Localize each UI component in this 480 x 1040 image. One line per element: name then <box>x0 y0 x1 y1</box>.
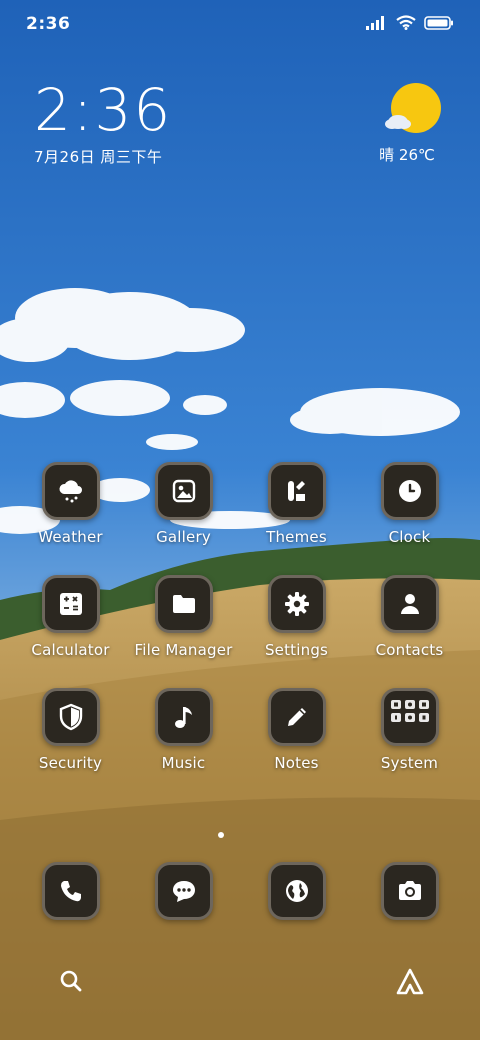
app-grid: Weather Gallery Themes Clock Calculator … <box>14 462 466 772</box>
app-icon-box[interactable] <box>267 462 326 520</box>
bottom-bar <box>0 964 480 1004</box>
status-bar: 2:36 <box>0 0 480 50</box>
battery-icon <box>424 15 453 30</box>
status-time: 2:36 <box>26 14 71 34</box>
app-icon-box[interactable] <box>41 462 100 520</box>
folder-grid-icon <box>390 700 429 722</box>
app-label: Gallery <box>156 528 211 546</box>
app-weather[interactable]: Weather <box>14 462 127 546</box>
widget-date: 7月26日 周三下午 <box>34 148 163 166</box>
app-label: System <box>380 754 439 772</box>
app-file-manager[interactable]: File Manager <box>127 575 240 659</box>
dock-browser[interactable] <box>240 862 353 920</box>
themes-icon <box>287 481 305 501</box>
folder-icon <box>172 595 195 613</box>
person-icon <box>400 594 419 614</box>
app-label: Weather <box>38 528 103 546</box>
app-clock[interactable]: Clock <box>353 462 466 546</box>
app-icon-box[interactable] <box>154 462 213 520</box>
music-note-icon <box>174 707 192 728</box>
search-icon[interactable] <box>58 968 84 994</box>
weather-widget[interactable]: 晴 26℃ <box>379 82 444 165</box>
page-indicator-dot <box>218 832 224 838</box>
app-label: Calculator <box>31 641 110 659</box>
app-label: Clock <box>388 528 431 546</box>
phone-icon <box>60 881 81 902</box>
app-icon-box[interactable] <box>380 462 439 520</box>
pencil-icon <box>287 708 306 726</box>
dock-camera[interactable] <box>353 862 466 920</box>
cloud-rain-icon <box>58 480 82 503</box>
app-icon-box[interactable] <box>154 575 213 633</box>
app-music[interactable]: Music <box>127 688 240 772</box>
globe-icon <box>285 880 308 902</box>
app-label: Music <box>161 754 206 772</box>
dock-messages[interactable] <box>127 862 240 920</box>
app-themes[interactable]: Themes <box>240 462 353 546</box>
app-icon-box[interactable] <box>41 862 100 920</box>
app-icon-box[interactable] <box>380 688 439 746</box>
message-icon <box>172 881 195 902</box>
camera-icon <box>398 881 421 900</box>
weather-text: 晴 26℃ <box>379 146 435 164</box>
app-label: Themes <box>266 528 327 546</box>
shield-icon <box>59 703 82 731</box>
gear-icon <box>284 592 309 616</box>
dock <box>14 862 466 920</box>
app-icon-box[interactable] <box>41 688 100 746</box>
app-gallery[interactable]: Gallery <box>127 462 240 546</box>
wifi-icon <box>396 15 416 30</box>
app-notes[interactable]: Notes <box>240 688 353 772</box>
app-label: Security <box>38 754 103 772</box>
app-icon-box[interactable] <box>154 862 213 920</box>
app-label: File Manager <box>134 641 233 659</box>
app-settings[interactable]: Settings <box>240 575 353 659</box>
widget-time: 2:36 <box>34 76 173 144</box>
app-contacts[interactable]: Contacts <box>353 575 466 659</box>
app-folder-system[interactable]: System <box>353 688 466 772</box>
signal-icon <box>366 15 384 30</box>
clock-icon <box>398 480 421 502</box>
app-icon-box[interactable] <box>41 575 100 633</box>
app-icon-box[interactable] <box>267 862 326 920</box>
clock-widget[interactable]: 2:36 7月26日 周三下午 <box>34 78 172 167</box>
app-icon-box[interactable] <box>380 575 439 633</box>
assistant-icon[interactable] <box>394 966 426 998</box>
app-icon-box[interactable] <box>154 688 213 746</box>
app-label: Settings <box>264 641 329 659</box>
image-icon <box>172 479 195 503</box>
app-label: Notes <box>274 754 319 772</box>
app-calculator[interactable]: Calculator <box>14 575 127 659</box>
app-security[interactable]: Security <box>14 688 127 772</box>
calculator-icon <box>59 593 82 615</box>
dock-phone[interactable] <box>14 862 127 920</box>
app-icon-box[interactable] <box>267 688 326 746</box>
sun-cloud-icon <box>385 83 441 133</box>
app-label: Contacts <box>375 641 444 659</box>
app-icon-box[interactable] <box>267 575 326 633</box>
status-icons <box>366 15 454 30</box>
app-icon-box[interactable] <box>380 862 439 920</box>
